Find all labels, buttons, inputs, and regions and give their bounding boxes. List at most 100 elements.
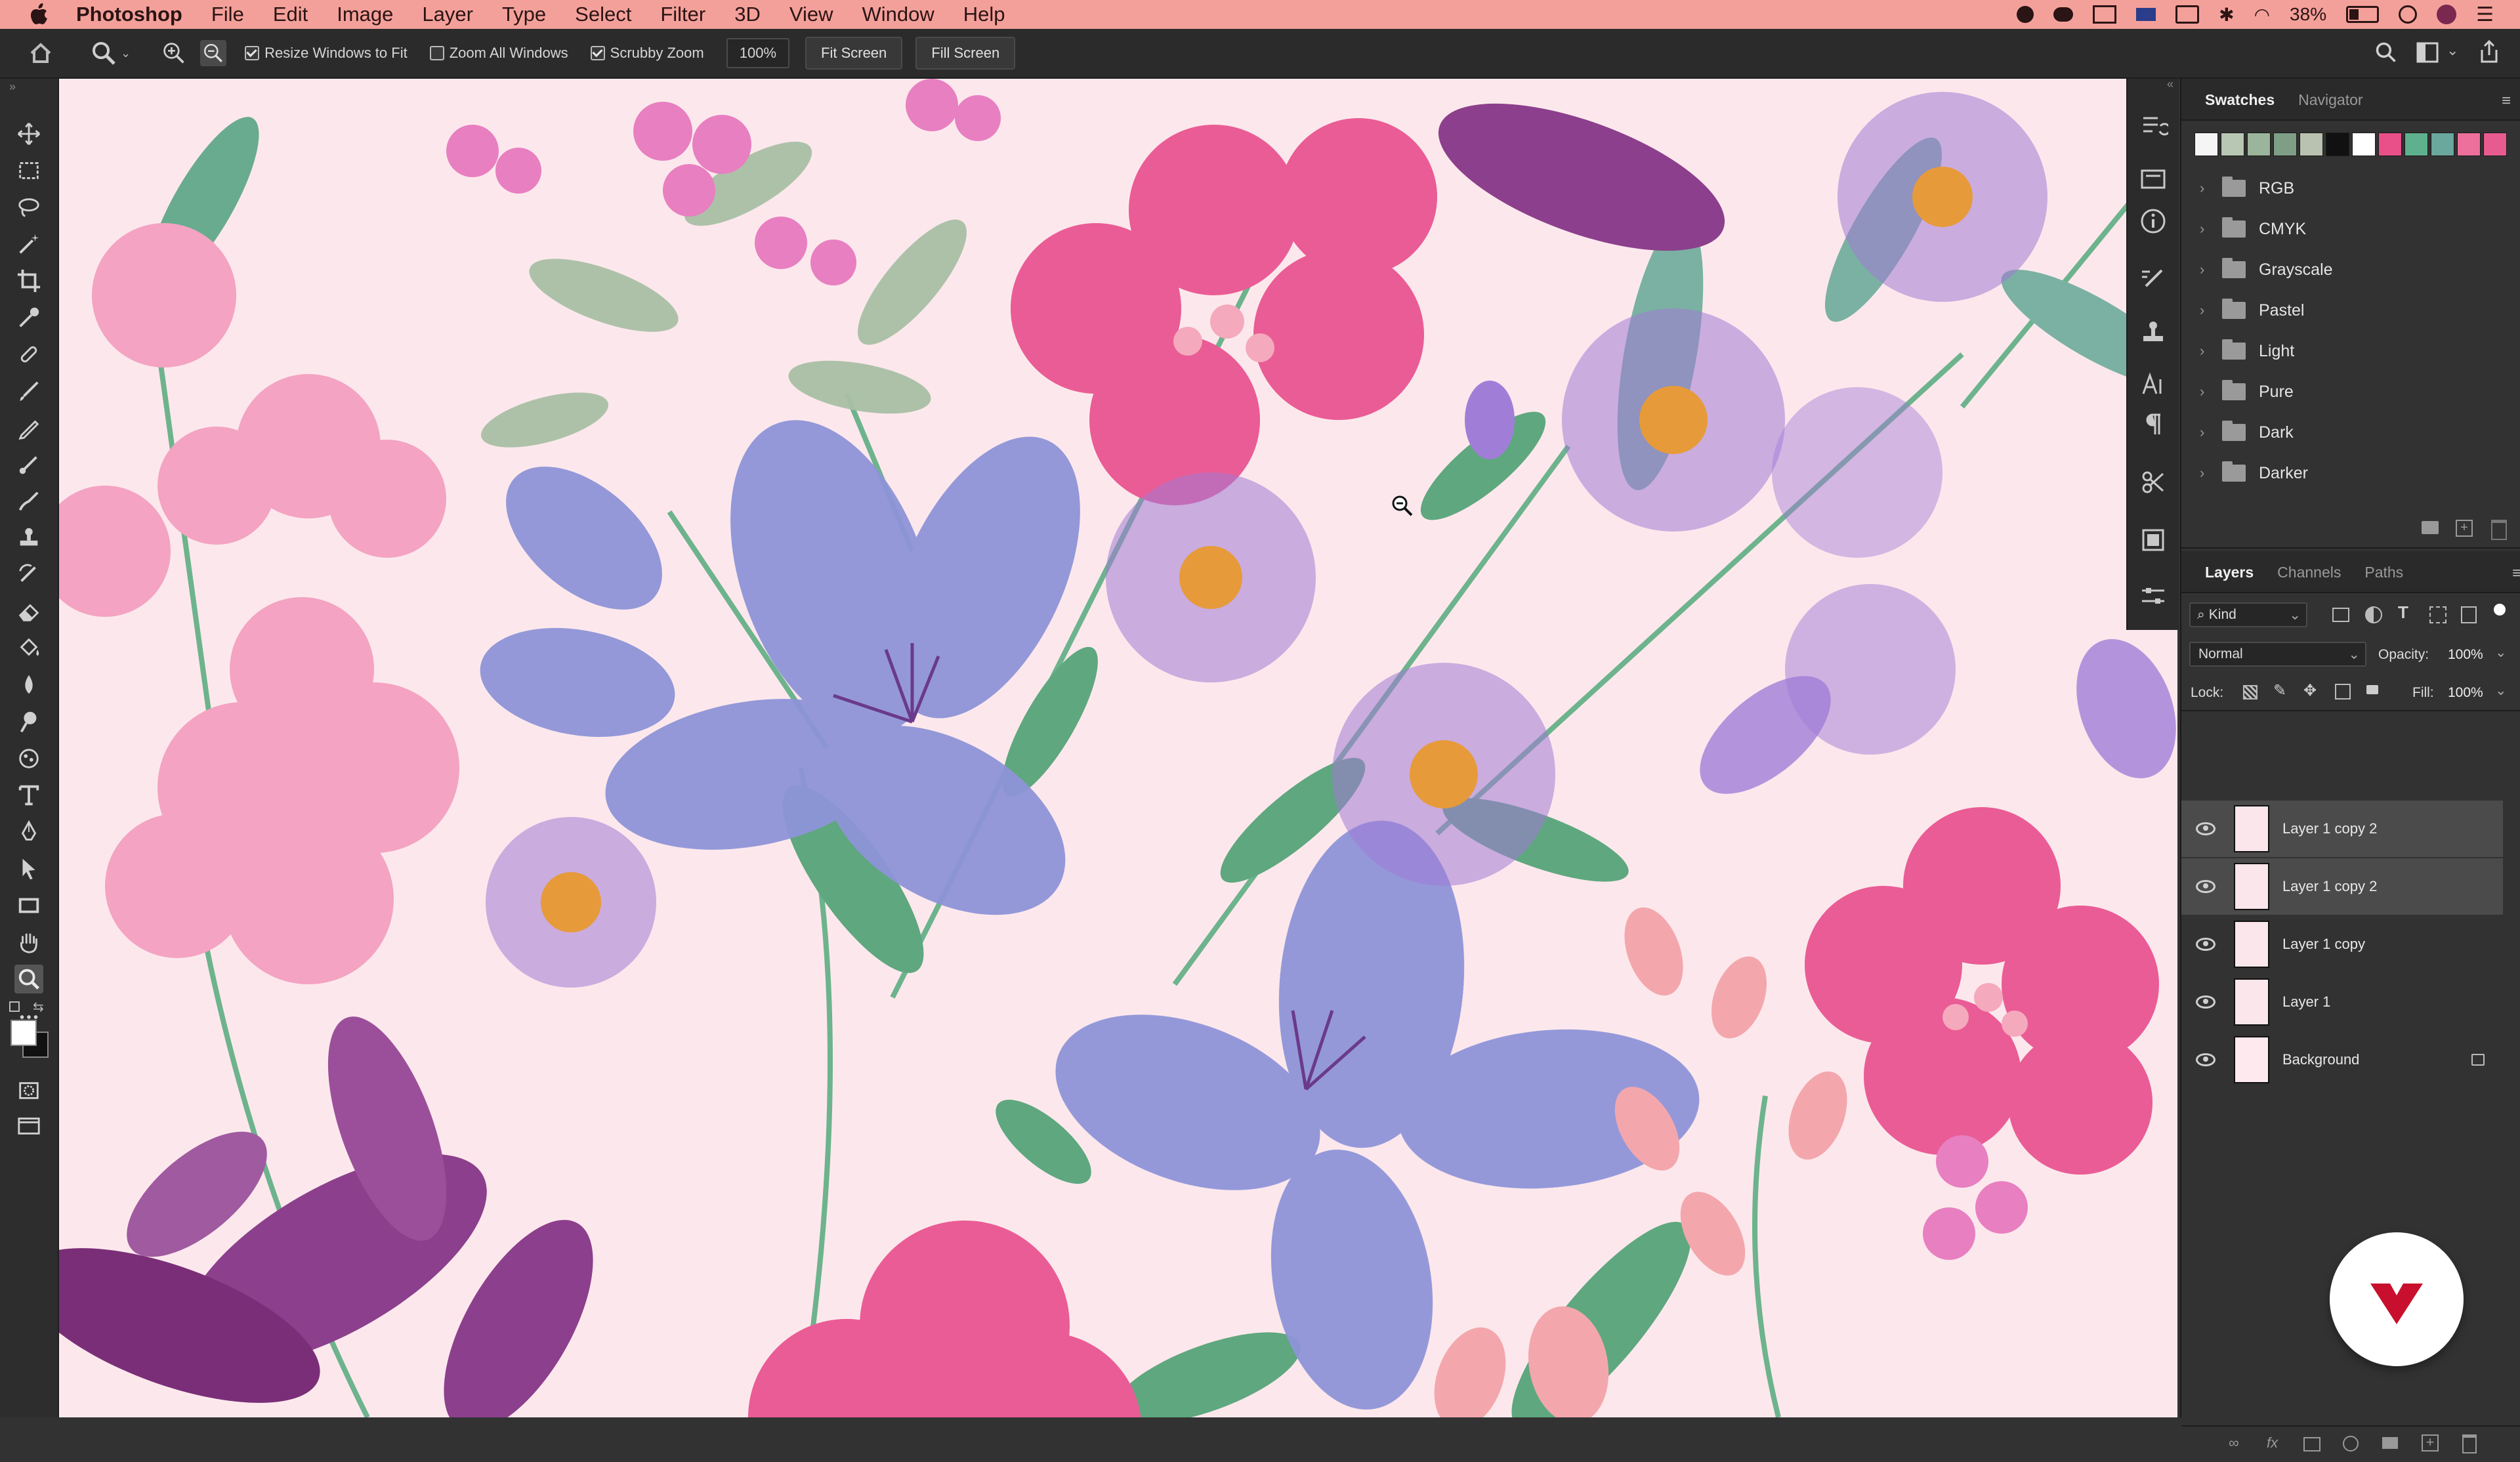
- apple-icon[interactable]: [29, 3, 49, 26]
- lock-position-icon[interactable]: ✥: [2303, 681, 2317, 700]
- lock-image-icon[interactable]: ✎: [2273, 681, 2286, 700]
- clone-stamp-tool-icon[interactable]: [14, 524, 43, 553]
- dodge-tool-icon[interactable]: [14, 707, 43, 736]
- filter-pixel-icon[interactable]: [2332, 608, 2349, 622]
- control-center-icon[interactable]: ☰: [2476, 3, 2494, 26]
- layer-row[interactable]: Background: [2181, 1032, 2503, 1088]
- screen-mode-icon[interactable]: [14, 1112, 43, 1140]
- layer-name[interactable]: Layer 1 copy 2: [2282, 820, 2377, 837]
- wifi-icon[interactable]: ◠: [2254, 4, 2270, 26]
- menu-select[interactable]: Select: [575, 3, 631, 26]
- fill-field[interactable]: 100%: [2448, 685, 2483, 701]
- screen-icon[interactable]: [2175, 5, 2200, 24]
- paint-bucket-tool-icon[interactable]: [14, 634, 43, 663]
- tab-navigator[interactable]: Navigator: [2286, 91, 2374, 119]
- info-icon[interactable]: [2138, 206, 2168, 236]
- document-canvas[interactable]: [59, 79, 2177, 1417]
- creative-cloud-icon[interactable]: [2053, 7, 2074, 22]
- swatch[interactable]: [2326, 133, 2349, 156]
- foreground-color-swatch[interactable]: [10, 1020, 37, 1046]
- filter-toggle-icon[interactable]: [2494, 604, 2506, 616]
- swap-colors-icon[interactable]: ⇆: [33, 999, 44, 1015]
- visibility-eye-icon[interactable]: [2196, 880, 2216, 893]
- history-icon[interactable]: [2138, 112, 2168, 142]
- blend-mode-select[interactable]: Normal ⌄: [2189, 642, 2366, 667]
- home-icon[interactable]: [28, 40, 54, 66]
- layer-name[interactable]: Background: [2282, 1051, 2359, 1068]
- visibility-eye-icon[interactable]: [2196, 822, 2216, 835]
- visibility-eye-icon[interactable]: [2196, 995, 2216, 1009]
- swatch-folder[interactable]: › Dark: [2181, 412, 2520, 453]
- lock-all-icon[interactable]: [2366, 685, 2378, 694]
- mixer-brush-tool-icon[interactable]: [14, 487, 43, 516]
- default-colors-icon[interactable]: [9, 1001, 20, 1012]
- lock-artboard-icon[interactable]: [2335, 684, 2351, 700]
- display-icon[interactable]: [2093, 5, 2117, 24]
- swatch[interactable]: [2483, 133, 2507, 156]
- swatch-folder[interactable]: › Pastel: [2181, 290, 2520, 331]
- marquee-tool-icon[interactable]: [14, 156, 43, 185]
- fill-screen-button[interactable]: Fill Screen: [915, 37, 1016, 70]
- quick-mask-icon[interactable]: [14, 1076, 43, 1105]
- collapse-arrows-icon[interactable]: «: [2167, 77, 2174, 91]
- character-icon[interactable]: [2138, 370, 2168, 400]
- fit-screen-button[interactable]: Fit Screen: [805, 37, 903, 70]
- fill-chevron-icon[interactable]: ⌄: [2495, 682, 2507, 699]
- adjustment-layer-icon[interactable]: [2343, 1436, 2359, 1452]
- spotlight-search-icon[interactable]: [2399, 5, 2418, 24]
- hand-tool-icon[interactable]: [14, 928, 43, 957]
- zoom-tool-icon[interactable]: [14, 965, 43, 993]
- layer-row[interactable]: Layer 1: [2181, 974, 2503, 1030]
- new-group-icon[interactable]: [2422, 521, 2439, 534]
- swatch-folder[interactable]: › Pure: [2181, 371, 2520, 412]
- workspace-chevron-icon[interactable]: ⌄: [2446, 42, 2458, 59]
- filter-type-icon[interactable]: T: [2398, 602, 2408, 623]
- user-avatar-icon[interactable]: [2437, 5, 2457, 24]
- brush-settings-icon[interactable]: [2138, 264, 2168, 294]
- swatch[interactable]: [2221, 133, 2244, 156]
- swatch-folder[interactable]: › CMYK: [2181, 209, 2520, 249]
- clone-source-icon[interactable]: [2138, 318, 2168, 348]
- paragraph-icon[interactable]: [2138, 409, 2168, 440]
- swatch[interactable]: [2300, 133, 2323, 156]
- layer-name[interactable]: Layer 1 copy 2: [2282, 878, 2377, 895]
- flag-icon[interactable]: [2136, 8, 2156, 21]
- swatch[interactable]: [2457, 133, 2481, 156]
- swatch[interactable]: [2352, 133, 2376, 156]
- swatch[interactable]: [2247, 133, 2271, 156]
- menu-view[interactable]: View: [789, 3, 833, 26]
- zoom-in-icon[interactable]: [162, 41, 186, 65]
- properties-icon[interactable]: [2138, 164, 2168, 194]
- layer-row[interactable]: Layer 1 copy: [2181, 916, 2503, 972]
- swatch[interactable]: [2378, 133, 2402, 156]
- battery-icon[interactable]: [2346, 6, 2380, 23]
- opacity-field[interactable]: 100%: [2448, 647, 2483, 663]
- adjustments-icon[interactable]: [2138, 581, 2168, 612]
- menu-window[interactable]: Window: [862, 3, 934, 26]
- swatch[interactable]: [2431, 133, 2454, 156]
- layer-name[interactable]: Layer 1 copy: [2282, 936, 2365, 953]
- panel-menu-icon[interactable]: ≡: [2512, 564, 2520, 583]
- filter-adjustment-icon[interactable]: [2365, 606, 2382, 623]
- tab-swatches[interactable]: Swatches: [2193, 91, 2286, 119]
- pencil-tool-icon[interactable]: [14, 413, 43, 442]
- filter-shape-icon[interactable]: [2429, 606, 2446, 623]
- collapse-arrows-icon[interactable]: »: [9, 80, 16, 94]
- scrubby-zoom-checkbox[interactable]: Scrubby Zoom: [590, 45, 704, 62]
- chevron-down-icon[interactable]: ⌄: [121, 47, 131, 60]
- opacity-chevron-icon[interactable]: ⌄: [2495, 644, 2507, 661]
- pen-tool-icon[interactable]: [14, 818, 43, 846]
- tool-presets-icon[interactable]: [2138, 467, 2168, 497]
- menu-help[interactable]: Help: [963, 3, 1005, 26]
- workspace-icon[interactable]: [2416, 42, 2439, 63]
- zoom-tool-preset-icon[interactable]: [91, 40, 117, 66]
- brush-tool-icon[interactable]: [14, 377, 43, 406]
- menu-3d[interactable]: 3D: [734, 3, 761, 26]
- crop-tool-icon[interactable]: [14, 266, 43, 295]
- panel-menu-icon[interactable]: ≡: [2502, 92, 2511, 110]
- tab-paths[interactable]: Paths: [2353, 564, 2415, 592]
- trash-icon[interactable]: [2462, 1434, 2477, 1453]
- trash-icon[interactable]: [2491, 520, 2507, 540]
- color-replacement-tool-icon[interactable]: [14, 450, 43, 479]
- visibility-eye-icon[interactable]: [2196, 938, 2216, 951]
